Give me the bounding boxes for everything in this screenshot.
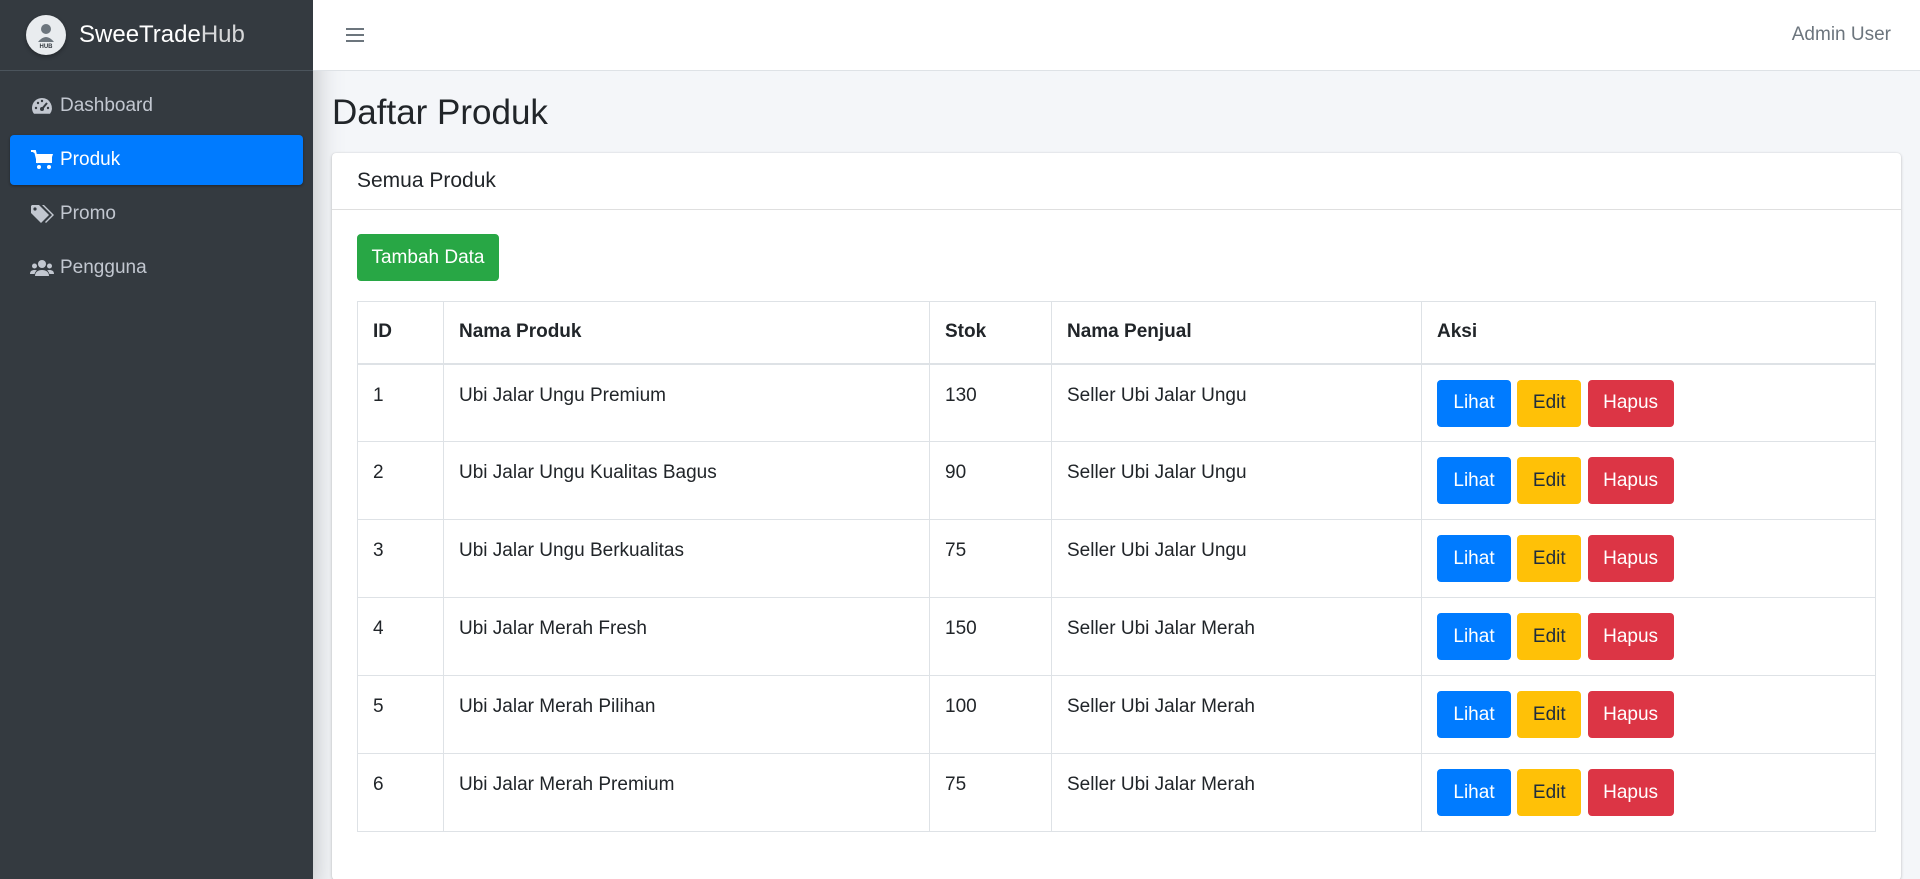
- card-title: Semua Produk: [332, 153, 1901, 210]
- page-title: Daftar Produk: [332, 93, 548, 132]
- sidebar-item-pengguna[interactable]: Pengguna: [10, 243, 303, 293]
- column-header-actions: Aksi: [1421, 301, 1876, 365]
- column-header-seller: Nama Penjual: [1051, 301, 1422, 365]
- column-header-stok: Stok: [929, 301, 1052, 365]
- top-navbar: Admin User: [313, 0, 1920, 71]
- cell-id: 3: [357, 519, 444, 598]
- table-row: 6 Ubi Jalar Merah Premium 75 Seller Ubi …: [357, 753, 1876, 832]
- table-header-row: ID Nama Produk Stok Nama Penjual Aksi: [357, 301, 1876, 365]
- cell-actions: Lihat Edit Hapus: [1421, 597, 1876, 676]
- view-button[interactable]: Lihat: [1437, 457, 1511, 504]
- tachometer-icon: [30, 95, 56, 117]
- products-card: Semua Produk Tambah Data ID Nama Produk …: [332, 153, 1901, 879]
- delete-button[interactable]: Hapus: [1587, 379, 1674, 427]
- delete-button[interactable]: Hapus: [1587, 457, 1674, 504]
- cell-name: Ubi Jalar Merah Fresh: [443, 597, 930, 676]
- table-row: 5 Ubi Jalar Merah Pilihan 100 Seller Ubi…: [357, 675, 1876, 754]
- view-button[interactable]: Lihat: [1437, 613, 1511, 660]
- cell-seller: Seller Ubi Jalar Ungu: [1051, 441, 1422, 520]
- brand-link[interactable]: HUB SweeTradeHub: [0, 0, 313, 71]
- cell-id: 4: [357, 597, 444, 676]
- sidebar-item-label: Promo: [60, 203, 116, 224]
- user-menu[interactable]: Admin User: [1792, 24, 1891, 46]
- sidebar-item-produk[interactable]: Produk: [10, 135, 303, 185]
- cell-name: Ubi Jalar Merah Pilihan: [443, 675, 930, 754]
- svg-text:HUB: HUB: [40, 44, 54, 50]
- delete-button[interactable]: Hapus: [1587, 691, 1674, 738]
- main-content: Daftar Produk Semua Produk Tambah Data I…: [313, 71, 1920, 879]
- add-data-button[interactable]: Tambah Data: [357, 234, 499, 281]
- card-body: Tambah Data ID Nama Produk Stok Nama Pen…: [332, 210, 1901, 856]
- users-icon: [30, 257, 56, 279]
- cell-stok: 130: [929, 363, 1052, 442]
- table-row: 1 Ubi Jalar Ungu Premium 130 Seller Ubi …: [357, 363, 1876, 442]
- sidebar: HUB SweeTradeHub Dashboard Produk Promo: [0, 0, 313, 879]
- column-header-id: ID: [357, 301, 444, 365]
- edit-button[interactable]: Edit: [1517, 379, 1582, 427]
- sidebar-item-dashboard[interactable]: Dashboard: [10, 81, 303, 131]
- cell-name: Ubi Jalar Ungu Premium: [443, 363, 930, 442]
- brand-name: SweeTradeHub: [79, 21, 245, 49]
- cell-id: 5: [357, 675, 444, 754]
- cell-id: 1: [357, 363, 444, 442]
- sidebar-item-promo[interactable]: Promo: [10, 189, 303, 239]
- cell-name: Ubi Jalar Ungu Kualitas Bagus: [443, 441, 930, 520]
- brand-name-main: SweeTrade: [79, 21, 201, 48]
- cell-stok: 90: [929, 441, 1052, 520]
- cell-seller: Seller Ubi Jalar Merah: [1051, 597, 1422, 676]
- cell-seller: Seller Ubi Jalar Merah: [1051, 675, 1422, 754]
- cart-icon: [30, 149, 56, 171]
- cell-actions: Lihat Edit Hapus: [1421, 363, 1876, 442]
- hamburger-icon[interactable]: [342, 22, 368, 48]
- view-button[interactable]: Lihat: [1437, 379, 1511, 427]
- cell-name: Ubi Jalar Ungu Berkualitas: [443, 519, 930, 598]
- cell-seller: Seller Ubi Jalar Merah: [1051, 753, 1422, 832]
- cell-actions: Lihat Edit Hapus: [1421, 441, 1876, 520]
- cell-actions: Lihat Edit Hapus: [1421, 519, 1876, 598]
- logo-image: HUB: [38, 24, 54, 50]
- table-row: 3 Ubi Jalar Ungu Berkualitas 75 Seller U…: [357, 519, 1876, 598]
- delete-button[interactable]: Hapus: [1587, 769, 1674, 816]
- cell-stok: 75: [929, 519, 1052, 598]
- cell-id: 2: [357, 441, 444, 520]
- cell-stok: 150: [929, 597, 1052, 676]
- table-row: 2 Ubi Jalar Ungu Kualitas Bagus 90 Selle…: [357, 441, 1876, 520]
- cell-seller: Seller Ubi Jalar Ungu: [1051, 363, 1422, 442]
- edit-button[interactable]: Edit: [1517, 535, 1582, 582]
- view-button[interactable]: Lihat: [1437, 769, 1511, 816]
- sidebar-item-label: Pengguna: [60, 257, 147, 278]
- table-row: 4 Ubi Jalar Merah Fresh 150 Seller Ubi J…: [357, 597, 1876, 676]
- brand-name-light: Hub: [200, 21, 245, 48]
- cell-stok: 100: [929, 675, 1052, 754]
- cell-actions: Lihat Edit Hapus: [1421, 753, 1876, 832]
- edit-button[interactable]: Edit: [1517, 457, 1582, 504]
- cell-actions: Lihat Edit Hapus: [1421, 675, 1876, 754]
- view-button[interactable]: Lihat: [1437, 535, 1511, 582]
- tags-icon: [30, 203, 56, 225]
- cell-stok: 75: [929, 753, 1052, 832]
- view-button[interactable]: Lihat: [1437, 691, 1511, 738]
- sidebar-item-label: Produk: [60, 149, 121, 170]
- sidebar-item-label: Dashboard: [60, 95, 153, 116]
- products-table: ID Nama Produk Stok Nama Penjual Aksi 1 …: [357, 301, 1876, 832]
- edit-button[interactable]: Edit: [1517, 613, 1582, 660]
- delete-button[interactable]: Hapus: [1587, 613, 1674, 660]
- delete-button[interactable]: Hapus: [1587, 535, 1674, 582]
- cell-seller: Seller Ubi Jalar Ungu: [1051, 519, 1422, 598]
- cell-name: Ubi Jalar Merah Premium: [443, 753, 930, 832]
- edit-button[interactable]: Edit: [1517, 769, 1582, 816]
- brand-logo: HUB: [26, 15, 66, 55]
- column-header-name: Nama Produk: [443, 301, 930, 365]
- cell-id: 6: [357, 753, 444, 832]
- sidebar-nav: Dashboard Produk Promo Pengguna: [0, 71, 313, 307]
- edit-button[interactable]: Edit: [1517, 691, 1582, 738]
